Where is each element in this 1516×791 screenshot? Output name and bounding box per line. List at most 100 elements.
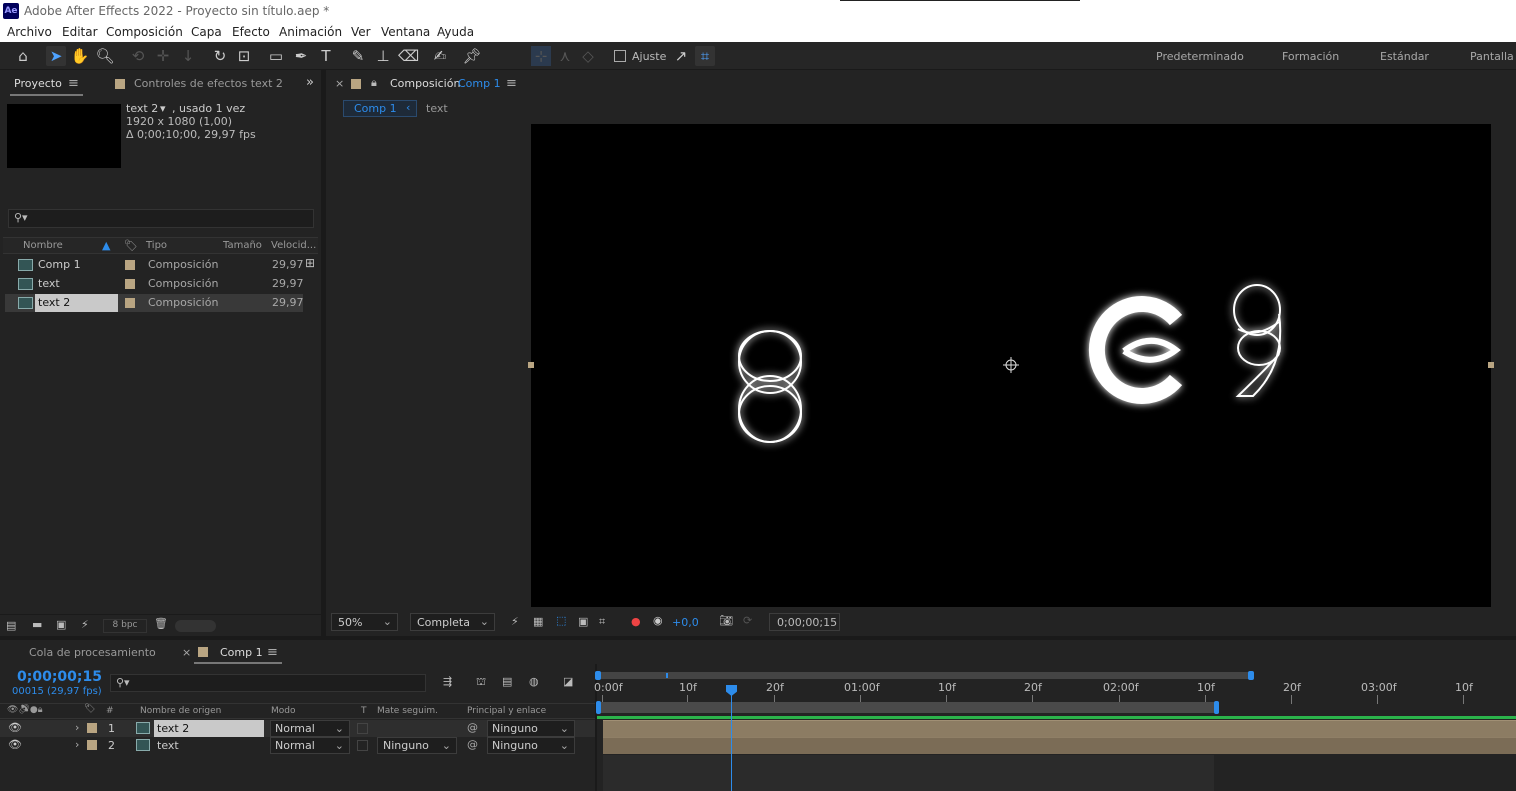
layer-duration-bar[interactable] xyxy=(603,720,1516,737)
pan-camera-icon[interactable]: ✛ xyxy=(153,46,173,66)
resolution-dropdown[interactable]: Completa ⌄ xyxy=(410,613,495,631)
project-item-row[interactable]: text Composición 29,97 xyxy=(5,275,304,293)
expand-chevron-icon[interactable]: › xyxy=(75,721,79,734)
grid-guides-icon[interactable]: ⌗ xyxy=(599,615,605,629)
time-navigator[interactable] xyxy=(597,672,1251,679)
preserve-transparency-box[interactable] xyxy=(357,740,368,751)
menu-archivo[interactable]: Archivo xyxy=(7,25,52,39)
navigator-start-handle[interactable] xyxy=(595,671,601,680)
zoom-dropdown[interactable]: 50% ⌄ xyxy=(331,613,398,631)
dolly-camera-icon[interactable]: ↓ xyxy=(178,46,198,66)
work-area-bar[interactable] xyxy=(597,702,1219,713)
flowchart-icon[interactable]: ⊞ xyxy=(305,256,315,270)
draft-3d-icon[interactable]: ⛫ xyxy=(476,675,486,690)
exposure-value[interactable]: +0,0 xyxy=(672,616,699,629)
layer-handle-left[interactable] xyxy=(528,362,534,368)
delete-icon[interactable]: 🗑︎ xyxy=(154,617,168,630)
col-name[interactable]: Nombre xyxy=(23,240,63,251)
col-type[interactable]: Tipo xyxy=(146,240,167,251)
track-matte-dropdown[interactable]: Ninguno ⌄ xyxy=(377,737,457,754)
menu-ventana[interactable]: Ventana xyxy=(381,25,430,39)
menu-composicion[interactable]: Composición xyxy=(106,25,183,39)
eraser-tool-icon[interactable]: ⌫ xyxy=(398,46,419,66)
pen-tool-icon[interactable]: ✒ xyxy=(291,46,311,66)
timeline-menu-icon[interactable]: ≡ xyxy=(267,645,278,660)
project-menu-icon[interactable]: ≡ xyxy=(68,76,79,91)
color-depth[interactable]: 8 bpc xyxy=(103,619,147,633)
new-folder-icon[interactable]: ▬ xyxy=(32,618,42,631)
work-area-start-handle[interactable] xyxy=(596,701,601,714)
col-matte[interactable]: Mate seguim. xyxy=(377,706,438,716)
project-item-row[interactable]: Comp 1 Composición 29,97 xyxy=(5,256,304,274)
menu-editar[interactable]: Editar xyxy=(62,25,98,39)
transparency-grid-icon[interactable]: ▦ xyxy=(533,615,543,628)
clone-stamp-icon[interactable]: ⊥ xyxy=(373,46,393,66)
label-column-icon[interactable]: 🏷︎ xyxy=(124,239,138,252)
color-management-icon[interactable]: ◉ xyxy=(653,614,663,627)
close-timeline-tab-icon[interactable]: × xyxy=(182,646,191,659)
breadcrumb-comp1[interactable]: Comp 1 ‹ xyxy=(343,100,417,117)
region-of-interest-icon[interactable]: ▣ xyxy=(578,615,588,628)
layer-duration-bar[interactable] xyxy=(603,737,1516,754)
tab-effect-controls[interactable]: Controles de efectos text 2 xyxy=(134,77,283,90)
view-axis-icon[interactable]: ◇ xyxy=(578,46,598,66)
tab-project[interactable]: Proyecto xyxy=(14,77,62,90)
layer-handle-right[interactable] xyxy=(1488,362,1494,368)
motion-blur-icon[interactable]: ◍ xyxy=(529,675,539,688)
mask-visibility-icon[interactable]: ⬚ xyxy=(556,614,566,627)
home-icon[interactable]: ⌂ xyxy=(13,46,33,66)
snap-target-icon[interactable]: ⌗ xyxy=(695,46,715,66)
panel-overflow-icon[interactable]: » xyxy=(306,75,314,90)
frame-blending-icon[interactable]: ▤ xyxy=(502,675,512,688)
local-axis-icon[interactable]: ⊹ xyxy=(531,46,551,66)
show-snapshot-icon[interactable]: ⟳ xyxy=(743,614,752,627)
preserve-transparency-box[interactable] xyxy=(357,723,368,734)
project-item-row-selected[interactable]: text 2 Composición 29,97 xyxy=(5,294,304,312)
thumbnail-scroll[interactable] xyxy=(175,620,216,632)
orbit-camera-icon[interactable]: ⟲ xyxy=(128,46,148,66)
type-tool-icon[interactable]: T xyxy=(316,46,336,66)
layer-label-swatch[interactable] xyxy=(87,740,97,750)
visibility-eye-icon[interactable]: 👁︎ xyxy=(8,738,22,751)
expand-chevron-icon[interactable]: › xyxy=(75,738,79,751)
rectangle-tool-icon[interactable]: ▭ xyxy=(266,46,286,66)
snap-options-icon[interactable]: ↗ xyxy=(671,46,691,66)
graph-editor-icon[interactable]: ◪ xyxy=(563,675,573,688)
visibility-eye-icon[interactable]: 👁︎ xyxy=(8,721,22,734)
workspace-pantalla[interactable]: Pantalla xyxy=(1470,50,1514,63)
roto-brush-icon[interactable]: ✍ xyxy=(430,46,450,66)
workspace-predeterminado[interactable]: Predeterminado xyxy=(1156,50,1244,63)
breadcrumb-text[interactable]: text xyxy=(426,102,448,115)
layer-name[interactable]: text xyxy=(157,739,179,752)
channels-icon[interactable]: ● xyxy=(631,615,641,628)
col-mode[interactable]: Modo xyxy=(271,706,296,716)
tab-timeline-comp[interactable]: Comp 1 xyxy=(220,646,263,659)
pickwhip-icon[interactable]: @ xyxy=(467,721,478,734)
selection-tool-icon[interactable]: ➤ xyxy=(46,46,66,66)
world-axis-icon[interactable]: ⋏ xyxy=(555,46,575,66)
parent-dropdown[interactable]: Ninguno ⌄ xyxy=(487,737,575,754)
work-area-end-handle[interactable] xyxy=(1214,701,1219,714)
new-composition-icon[interactable]: ▣ xyxy=(56,618,66,631)
project-search-input[interactable]: ⚲▾ xyxy=(8,209,314,228)
layer-row[interactable]: 👁︎ › 1 text 2 Normal ⌄ @ Ninguno ⌄ xyxy=(0,720,595,737)
navigator-end-handle[interactable] xyxy=(1248,671,1254,680)
timeline-timecode[interactable]: 0;00;00;15 xyxy=(17,669,102,685)
blend-mode-dropdown[interactable]: Normal ⌄ xyxy=(270,720,350,737)
anchor-point-icon[interactable] xyxy=(1003,357,1019,373)
menu-efecto[interactable]: Efecto xyxy=(232,25,270,39)
col-size[interactable]: Tamaño xyxy=(223,240,262,251)
comp-viewer[interactable] xyxy=(531,124,1491,607)
fast-preview-icon[interactable]: ⚡ xyxy=(511,615,519,628)
render-icon[interactable]: ⚡ xyxy=(81,618,89,631)
comp-mini-flowchart-icon[interactable]: ⇶ xyxy=(443,675,452,688)
tab-composition[interactable]: Composición xyxy=(390,77,460,90)
layer-label-swatch[interactable] xyxy=(87,723,97,733)
tab-render-queue[interactable]: Cola de procesamiento xyxy=(29,646,156,659)
layer-row[interactable]: 👁︎ › 2 text Normal ⌄ Ninguno ⌄ @ Ninguno ⌄ xyxy=(0,737,595,754)
comp-menu-icon[interactable]: ≡ xyxy=(506,76,517,91)
tab-composition-name[interactable]: Comp 1 xyxy=(458,77,501,90)
timeline-search-input[interactable]: ⚲▾ xyxy=(110,674,426,692)
sort-asc-icon[interactable]: ▲ xyxy=(102,239,110,252)
parent-dropdown[interactable]: Ninguno ⌄ xyxy=(487,720,575,737)
